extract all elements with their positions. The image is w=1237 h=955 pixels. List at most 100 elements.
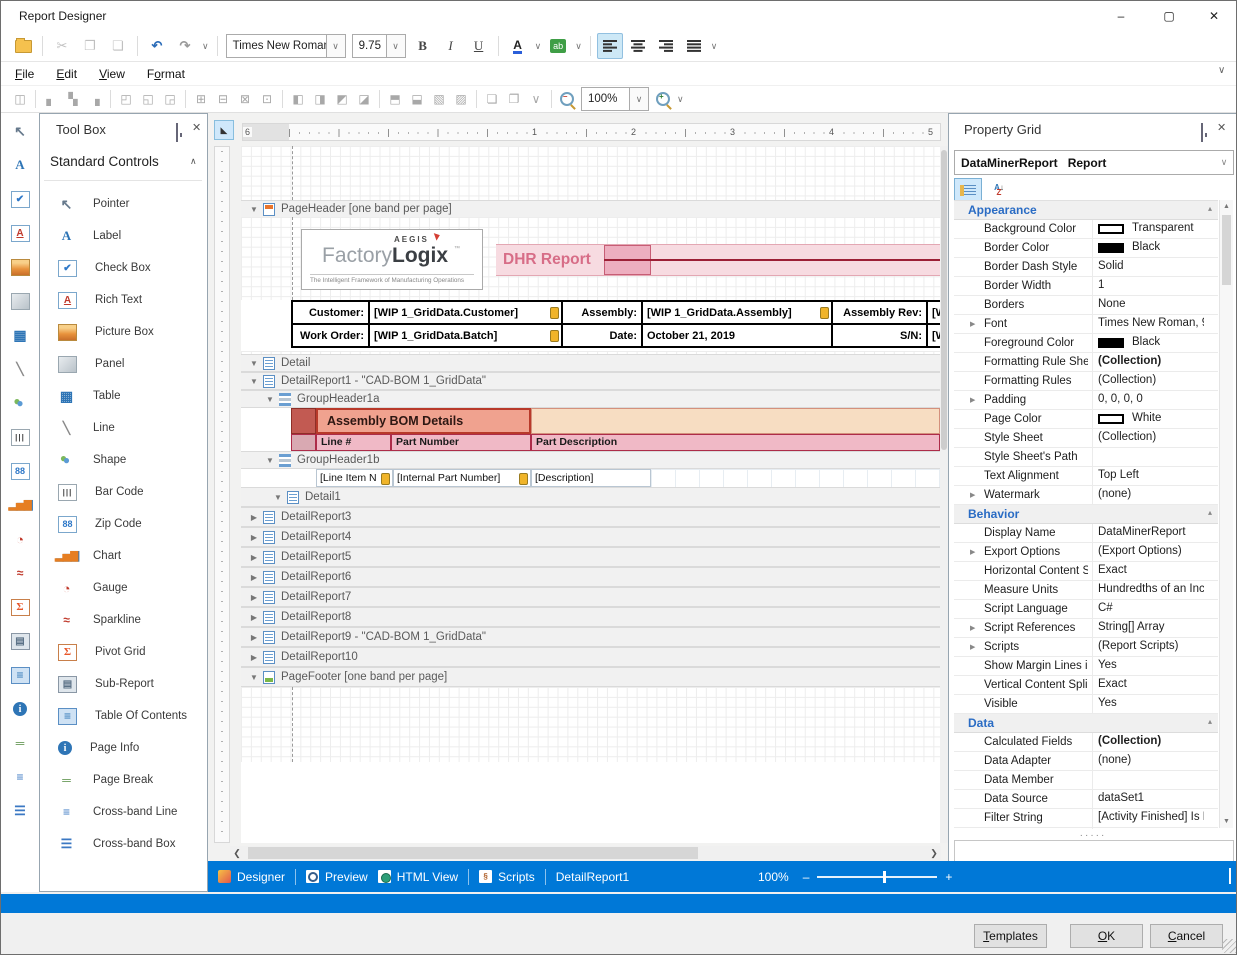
property-value[interactable]: (Collection): [1098, 735, 1204, 747]
property-row[interactable]: Appearance ▴: [954, 201, 1218, 220]
property-row[interactable]: Formatting Rule She (Collection): [954, 353, 1218, 372]
zoom-in-button[interactable]: +: [652, 88, 674, 110]
property-value[interactable]: Black: [1132, 241, 1204, 253]
layout-tool-button[interactable]: ⬒: [384, 88, 406, 110]
property-row[interactable]: Show Margin Lines in Yes: [954, 657, 1218, 676]
toolbox-item[interactable]: ▦ Table: [46, 380, 204, 412]
layout-tool-button[interactable]: ◨: [309, 88, 331, 110]
alphabetical-sort-button[interactable]: A↓Z: [985, 178, 1013, 202]
property-value[interactable]: (none): [1098, 488, 1204, 500]
property-value[interactable]: (Collection): [1098, 431, 1204, 443]
band-detail-report[interactable]: ▶ DetailReport7: [241, 587, 940, 607]
toolbox-item[interactable]: Σ Pivot Grid: [46, 636, 204, 668]
expand-triangle-icon[interactable]: ▶: [249, 533, 259, 542]
band-page-header[interactable]: ▼ PageHeader [one band per page]: [241, 200, 940, 218]
layout-tool-button[interactable]: ⊡: [256, 88, 278, 110]
layout-tool-button[interactable]: [476, 90, 477, 108]
layout-tool-button[interactable]: ▗: [84, 88, 106, 110]
bom-corner-cell[interactable]: [291, 408, 316, 434]
collapse-triangle-icon[interactable]: ▼: [249, 377, 259, 386]
close-button[interactable]: ✕: [1197, 5, 1231, 27]
layout-tool-button[interactable]: ❐: [503, 88, 525, 110]
layout-tool-button[interactable]: ▧: [428, 88, 450, 110]
expand-arrow-icon[interactable]: ▶: [970, 548, 975, 556]
toolbar-overflow-chevron-icon[interactable]: ∨: [1218, 65, 1225, 76]
expand-arrow-icon[interactable]: ▶: [970, 643, 975, 651]
property-row[interactable]: Script Language C#: [954, 600, 1218, 619]
report-info-table[interactable]: Customer: [WIP 1_GridData.Customer] Asse…: [291, 300, 940, 348]
toolbox-strip-item[interactable]: ↖: [4, 115, 36, 147]
factorylogix-logo[interactable]: AEGIS FactoryLogix ™ The Intelligent Fra…: [301, 229, 483, 290]
toolbox-strip-item[interactable]: 88: [4, 455, 36, 487]
font-color-chevron-icon[interactable]: ∨: [535, 41, 542, 52]
align-chevron-icon[interactable]: ∨: [711, 41, 718, 52]
toolbox-strip-item[interactable]: ▂▅▇: [4, 489, 36, 521]
property-value[interactable]: C#: [1098, 602, 1204, 614]
property-value[interactable]: White: [1132, 412, 1204, 424]
copy-button[interactable]: ❐: [77, 33, 103, 59]
property-row[interactable]: ▶ Watermark (none): [954, 486, 1218, 505]
expand-triangle-icon[interactable]: ▶: [249, 513, 259, 522]
object-selector-combo[interactable]: DataMinerReport Report ∨: [954, 150, 1234, 175]
property-row[interactable]: Formatting Rules (Collection): [954, 372, 1218, 391]
assembly-label-cell[interactable]: Assembly:: [562, 301, 642, 324]
property-value[interactable]: Times New Roman, 9.7...: [1098, 317, 1204, 329]
property-value[interactable]: (none): [1098, 754, 1204, 766]
ok-button[interactable]: OK: [1070, 924, 1143, 948]
property-row[interactable]: Data Member: [954, 771, 1218, 790]
collapse-triangle-icon[interactable]: ▼: [265, 395, 275, 404]
toolbox-item[interactable]: ↖ Pointer: [46, 188, 204, 220]
toolbox-strip-item[interactable]: ✔: [4, 183, 36, 215]
font-color-button[interactable]: A: [505, 33, 531, 59]
toolbox-item[interactable]: ≡ Cross-band Line: [46, 796, 204, 828]
property-value[interactable]: DataMinerReport: [1098, 526, 1204, 538]
report-tasks-button[interactable]: ◣: [214, 120, 234, 140]
zoom-combo[interactable]: 100% ∨: [581, 87, 649, 111]
property-row[interactable]: Tag: [954, 828, 1218, 829]
line-item-field-cell[interactable]: [Line Item N: [316, 469, 393, 487]
property-row[interactable]: ▶ Scripts (Report Scripts): [954, 638, 1218, 657]
description-field-cell[interactable]: [Description]: [531, 469, 651, 487]
chevron-down-icon[interactable]: ∨: [629, 88, 648, 110]
category-collapse-icon[interactable]: ▴: [1208, 717, 1212, 726]
toolbox-item[interactable]: ▤ Sub-Report: [46, 668, 204, 700]
expand-arrow-icon[interactable]: ▶: [970, 396, 975, 404]
property-row[interactable]: Border Width 1: [954, 277, 1218, 296]
property-row[interactable]: Style Sheet's Path: [954, 448, 1218, 467]
horizontal-scrollbar[interactable]: ❮ ❯: [230, 846, 941, 860]
toolbox-item[interactable]: ☰ Cross-band Box: [46, 828, 204, 860]
zoom-slider-thumb[interactable]: [883, 871, 886, 883]
toolbox-strip-item[interactable]: A: [4, 217, 36, 249]
property-row[interactable]: Foreground Color Black: [954, 334, 1218, 353]
property-row[interactable]: Data Source dataSet1: [954, 790, 1218, 809]
layout-tool-button[interactable]: ⊠: [234, 88, 256, 110]
property-value[interactable]: Exact: [1098, 678, 1204, 690]
toolbox-strip-item[interactable]: ≡: [4, 761, 36, 793]
toolbox-item[interactable]: ═ Page Break: [46, 764, 204, 796]
close-icon[interactable]: ✕: [1217, 121, 1226, 134]
tab-scripts[interactable]: §Scripts: [479, 870, 535, 884]
bom-title-cell[interactable]: Assembly BOM Details: [316, 408, 531, 434]
band-group-header1a[interactable]: ▼ GroupHeader1a: [241, 390, 940, 408]
band-detail-report[interactable]: ▶ DetailReport8: [241, 607, 940, 627]
category-collapse-icon[interactable]: ▴: [1208, 508, 1212, 517]
layout-tool-button[interactable]: ▖: [40, 88, 62, 110]
property-row[interactable]: Style Sheet (Collection): [954, 429, 1218, 448]
property-value[interactable]: String[] Array: [1098, 621, 1204, 633]
property-value[interactable]: Top Left: [1098, 469, 1204, 481]
toolbox-item[interactable]: Picture Box: [46, 316, 204, 348]
open-button[interactable]: [10, 33, 36, 59]
property-row[interactable]: Filter String [Activity Finished] Is N..…: [954, 809, 1218, 828]
toolbox-strip-item[interactable]: |||: [4, 421, 36, 453]
layout-tool-button[interactable]: ◱: [137, 88, 159, 110]
property-row[interactable]: Vertical Content Spli Exact: [954, 676, 1218, 695]
layout-tool-button[interactable]: ◲: [159, 88, 181, 110]
zoom-slider[interactable]: [817, 876, 937, 878]
toolbox-strip-item[interactable]: ▦: [4, 319, 36, 351]
band-page-footer[interactable]: ▼ PageFooter [one band per page]: [241, 667, 940, 687]
scrollbar-thumb[interactable]: [941, 150, 947, 450]
property-row[interactable]: Border Dash Style Solid: [954, 258, 1218, 277]
band-detail-report[interactable]: ▶ DetailReport5: [241, 547, 940, 567]
layout-tool-button[interactable]: ∨: [525, 88, 547, 110]
toolbox-strip-item[interactable]: [4, 285, 36, 317]
